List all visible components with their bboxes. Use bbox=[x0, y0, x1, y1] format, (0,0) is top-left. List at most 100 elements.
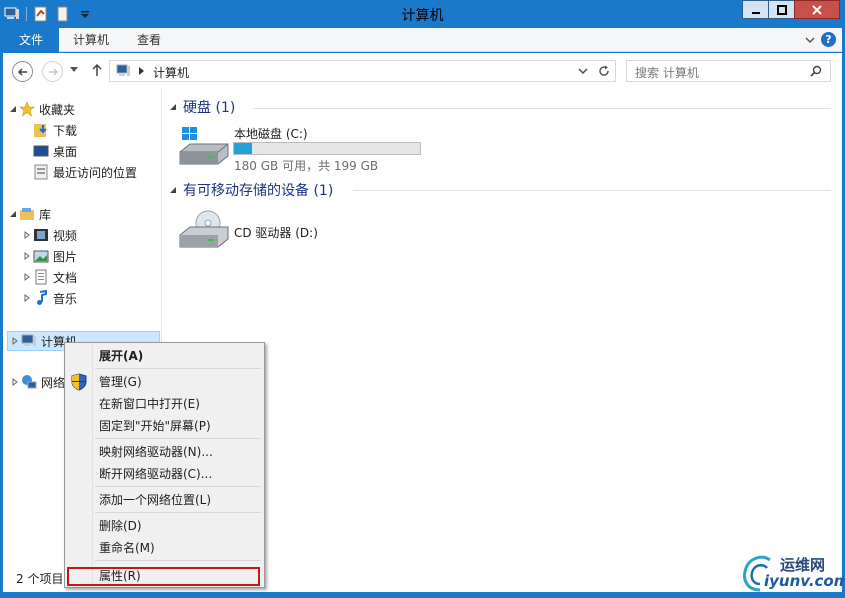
recent-places-icon bbox=[34, 164, 48, 180]
context-menu: 展开(A) 管理(G) 在新窗口中打开(E) 固定到"开始"屏幕(P) 映射网络… bbox=[64, 342, 265, 588]
expand-arrow-icon[interactable] bbox=[23, 294, 31, 302]
close-icon bbox=[812, 4, 822, 15]
expand-arrow-icon[interactable] bbox=[23, 231, 31, 239]
drive-d-tile[interactable]: CD 驱动器 (D:) bbox=[178, 207, 438, 257]
menu-item-open-new-window[interactable]: 在新窗口中打开(E) bbox=[99, 394, 200, 414]
video-icon bbox=[34, 229, 48, 241]
menu-separator bbox=[95, 368, 261, 369]
group-title: 有可移动存储的设备 (1) bbox=[183, 183, 334, 199]
nav-item-label: 图片 bbox=[53, 249, 78, 264]
expand-ribbon-icon[interactable] bbox=[804, 34, 816, 46]
menu-item-manage[interactable]: 管理(G) bbox=[99, 372, 142, 392]
forward-button[interactable] bbox=[42, 61, 63, 82]
title-bar: 计算机 bbox=[0, 0, 845, 28]
document-icon bbox=[35, 269, 47, 285]
close-button[interactable] bbox=[794, 0, 840, 19]
menu-separator bbox=[95, 512, 261, 513]
drive-c-name: 本地磁盘 (C:) bbox=[234, 127, 308, 141]
menu-item-pin-to-start[interactable]: 固定到"开始"屏幕(P) bbox=[99, 416, 211, 436]
group-removable-storage[interactable]: 有可移动存储的设备 (1) bbox=[169, 180, 333, 200]
up-arrow-icon[interactable] bbox=[91, 63, 103, 77]
menu-item-rename[interactable]: 重命名(M) bbox=[99, 538, 155, 558]
search-icon[interactable] bbox=[810, 65, 822, 77]
nav-item-music[interactable]: 音乐 bbox=[23, 288, 77, 308]
nav-favorites[interactable]: 收藏夹 bbox=[9, 99, 75, 119]
properties-highlight-box bbox=[67, 567, 260, 586]
expand-arrow-icon[interactable] bbox=[23, 252, 31, 260]
expand-arrow-icon[interactable] bbox=[23, 273, 31, 281]
nav-item-label: 最近访问的位置 bbox=[53, 165, 138, 180]
collapse-arrow-icon[interactable] bbox=[169, 103, 177, 111]
expand-arrow-icon[interactable] bbox=[11, 378, 19, 386]
desktop-icon bbox=[33, 145, 49, 157]
downloads-folder-icon bbox=[34, 124, 47, 137]
arrow-right-icon bbox=[48, 67, 58, 76]
computer-icon bbox=[21, 334, 36, 346]
nav-item-desktop[interactable]: 桌面 bbox=[33, 141, 77, 161]
menu-separator bbox=[95, 438, 261, 439]
network-icon bbox=[22, 375, 37, 389]
nav-libraries[interactable]: 库 bbox=[9, 204, 51, 224]
menu-item-delete[interactable]: 删除(D) bbox=[99, 516, 142, 536]
collapse-arrow-icon[interactable] bbox=[9, 105, 17, 113]
drive-c-usage-bar bbox=[233, 142, 421, 155]
menu-gutter bbox=[92, 345, 93, 585]
window-title: 计算机 bbox=[401, 8, 444, 24]
status-item-count: 2 个项目 bbox=[16, 572, 64, 586]
watermark-url: iyunv.com bbox=[764, 572, 845, 590]
explorer-window: 计算机 文件 计算机 查看 ? 计算机 搜索 计算机 收藏夹 下载 桌面 最近访… bbox=[0, 0, 845, 598]
nav-network-label: 网络 bbox=[41, 375, 66, 390]
minimize-icon bbox=[751, 11, 760, 14]
menu-item-add-network-location[interactable]: 添加一个网络位置(L) bbox=[99, 490, 211, 510]
music-icon bbox=[37, 290, 47, 305]
maximize-icon bbox=[776, 4, 787, 15]
group-divider bbox=[253, 108, 831, 109]
arrow-left-icon bbox=[17, 67, 27, 76]
menu-separator bbox=[95, 486, 261, 487]
recent-locations-icon[interactable] bbox=[70, 67, 78, 73]
nav-item-pictures[interactable]: 图片 bbox=[23, 246, 77, 266]
back-button[interactable] bbox=[12, 61, 33, 82]
refresh-icon[interactable] bbox=[598, 65, 610, 77]
maximize-button[interactable] bbox=[768, 0, 795, 19]
library-icon bbox=[20, 208, 34, 220]
minimize-button[interactable] bbox=[742, 0, 769, 19]
address-path[interactable]: 计算机 bbox=[153, 64, 189, 81]
nav-item-label: 视频 bbox=[53, 228, 78, 243]
menu-item-properties[interactable]: 属性(R) bbox=[99, 566, 141, 586]
search-placeholder: 搜索 计算机 bbox=[635, 66, 699, 80]
help-button[interactable]: ? bbox=[821, 32, 836, 47]
nav-network[interactable]: 网络 bbox=[11, 372, 65, 392]
nav-favorites-label: 收藏夹 bbox=[39, 102, 76, 117]
group-title: 硬盘 (1) bbox=[183, 100, 236, 116]
tab-computer[interactable]: 计算机 bbox=[73, 28, 109, 52]
menu-item-disconnect-network-drive[interactable]: 断开网络驱动器(C)... bbox=[99, 464, 212, 484]
collapse-arrow-icon[interactable] bbox=[169, 186, 177, 194]
navigation-bar: 计算机 搜索 计算机 bbox=[3, 53, 842, 89]
expand-arrow-icon[interactable] bbox=[11, 337, 19, 345]
collapse-arrow-icon[interactable] bbox=[9, 210, 17, 218]
nav-item-label: 下载 bbox=[53, 123, 78, 138]
star-icon bbox=[19, 101, 35, 117]
nav-item-documents[interactable]: 文档 bbox=[23, 267, 77, 287]
breadcrumb-chevron-icon[interactable] bbox=[139, 67, 145, 75]
nav-item-videos[interactable]: 视频 bbox=[23, 225, 77, 245]
group-hard-disks[interactable]: 硬盘 (1) bbox=[169, 97, 235, 117]
picture-icon bbox=[33, 250, 49, 263]
uac-shield-icon bbox=[71, 373, 87, 391]
drive-c-free-space: 180 GB 可用，共 199 GB bbox=[234, 159, 379, 173]
address-dropdown-icon[interactable] bbox=[578, 68, 588, 75]
nav-item-downloads[interactable]: 下载 bbox=[33, 120, 77, 140]
search-box[interactable]: 搜索 计算机 bbox=[626, 60, 831, 82]
watermark-logo: 运维网 iyunv.com bbox=[740, 548, 845, 594]
nav-item-label: 桌面 bbox=[53, 144, 78, 159]
menu-item-expand[interactable]: 展开(A) bbox=[99, 346, 143, 366]
hard-drive-icon bbox=[179, 127, 229, 165]
tab-file[interactable]: 文件 bbox=[3, 28, 59, 52]
tab-view[interactable]: 查看 bbox=[137, 28, 161, 52]
group-divider bbox=[353, 190, 831, 191]
menu-item-map-network-drive[interactable]: 映射网络驱动器(N)... bbox=[99, 442, 213, 462]
nav-item-recent[interactable]: 最近访问的位置 bbox=[33, 162, 137, 182]
address-bar[interactable]: 计算机 bbox=[109, 60, 616, 82]
drive-c-usage-fill bbox=[234, 143, 252, 154]
